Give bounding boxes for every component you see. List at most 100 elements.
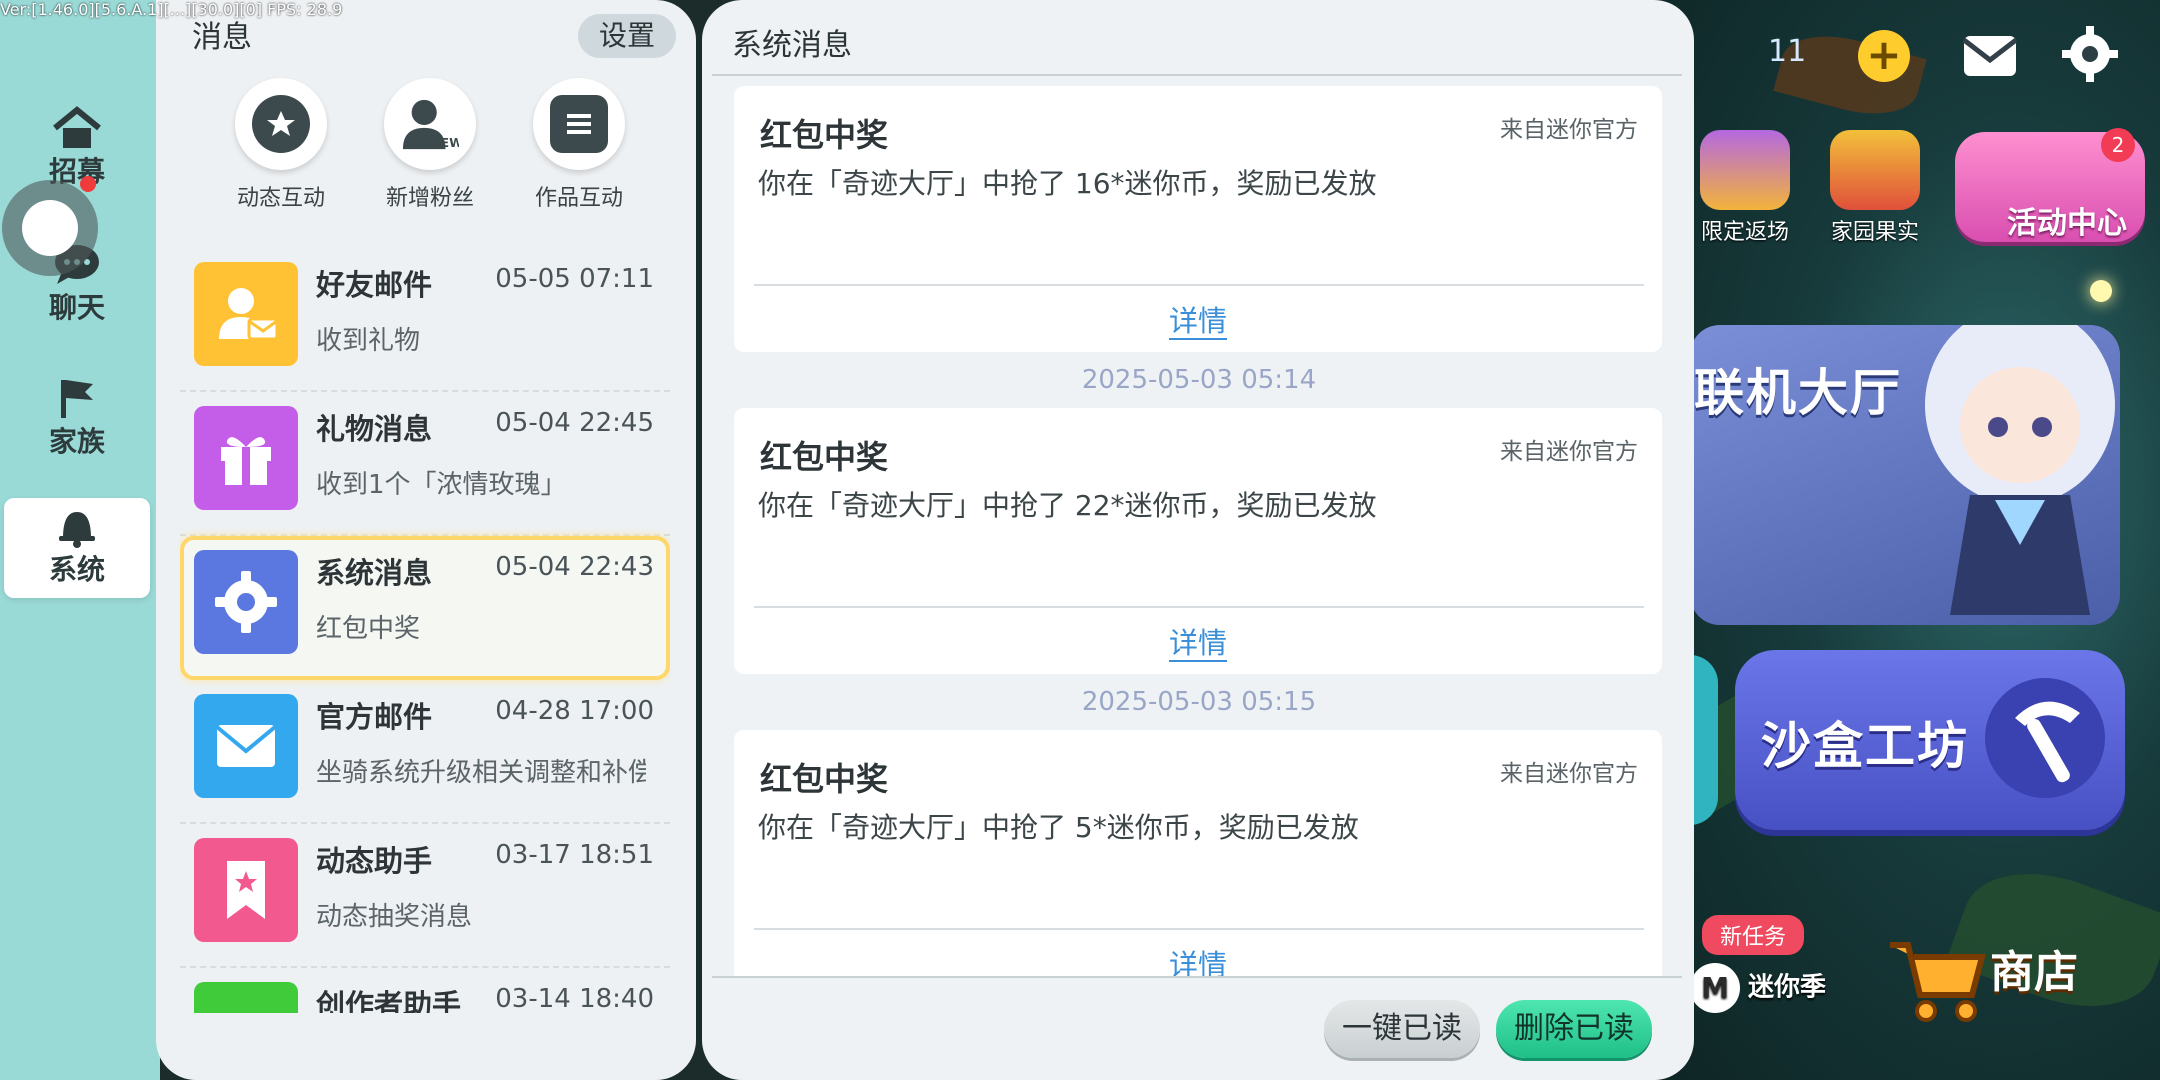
event-limited-return[interactable]: 限定返场	[1700, 130, 1790, 246]
list-icon	[550, 95, 608, 153]
card-source: 来自迷你官方	[1500, 761, 1638, 787]
mail-icon[interactable]	[1960, 26, 2020, 82]
divider	[712, 74, 1682, 76]
conversation-preview: 红包中奖	[316, 614, 421, 644]
card-source: 来自迷你官方	[1500, 117, 1638, 143]
conversation-item-active[interactable]: 系统消息 05-04 22:43 红包中奖	[180, 536, 670, 680]
pickaxe-icon	[1985, 678, 2105, 798]
conversation-name: 动态助手	[316, 844, 433, 878]
card-title: 红包中奖	[760, 438, 889, 476]
bookmark-star-icon	[194, 838, 298, 942]
conversation-name: 好友邮件	[316, 268, 433, 302]
conversation-time: 03-17 18:51	[495, 840, 654, 870]
new-fan-icon: NEW	[401, 95, 459, 153]
shop-button[interactable]: 商店	[1880, 925, 2078, 1025]
treasure-chest-icon	[1700, 130, 1790, 210]
settings-button[interactable]: 设置	[578, 14, 676, 58]
conversation-preview: 动态抽奖消息	[316, 902, 473, 932]
version-overlay: Ver:[1.46.0][5.6.A.1][...][30.0][0] FPS:…	[0, 0, 343, 19]
sandbox-title: 沙盒工坊	[1761, 717, 1969, 775]
card-body: 你在「奇迹大厅」中抢了 16*迷你币，奖励已发放	[758, 167, 1377, 200]
date-separator: 2025-05-03 05:15	[1081, 687, 1317, 717]
sandbox-workshop-card[interactable]: 沙盒工坊	[1735, 650, 2125, 830]
message-card: 红包中奖 来自迷你官方 你在「奇迹大厅」中抢了 22*迷你币，奖励已发放 详情	[734, 408, 1662, 674]
conversation-item[interactable]: 好友邮件 05-05 07:11 收到礼物	[180, 248, 670, 392]
unread-dot	[80, 176, 96, 192]
system-message-list[interactable]: 红包中奖 来自迷你官方 你在「奇迹大厅」中抢了 16*迷你币，奖励已发放 详情 …	[734, 86, 1664, 976]
nav-item-system[interactable]: 系统	[4, 498, 150, 598]
card-body: 你在「奇迹大厅」中抢了 5*迷你币，奖励已发放	[758, 811, 1359, 844]
character-illustration	[1925, 325, 2115, 615]
gear-icon	[194, 550, 298, 654]
card-title: 红包中奖	[760, 116, 889, 154]
card-source: 来自迷你官方	[1500, 439, 1638, 465]
nav-label: 家族	[48, 425, 105, 458]
nav-item-family[interactable]: 家族	[4, 370, 150, 470]
star-bubble-icon	[252, 95, 310, 153]
conversation-name: 系统消息	[316, 556, 433, 590]
friend-mail-icon	[194, 262, 298, 366]
conversation-preview: 收到礼物	[316, 326, 421, 356]
activity-center-label: 活动中心	[2007, 206, 2127, 241]
quick-action-label: 新增粉丝	[385, 186, 474, 211]
floating-assistive-ball[interactable]	[2, 180, 98, 276]
conversation-item[interactable]: 创作者助手 03-14 18:40	[180, 968, 670, 1013]
system-messages-panel: 系统消息 红包中奖 来自迷你官方 你在「奇迹大厅」中抢了 16*迷你币，奖励已发…	[702, 0, 1694, 1080]
conversation-list[interactable]: 好友邮件 05-05 07:11 收到礼物 礼物消息 05-04 22:45 收…	[180, 248, 670, 1013]
conversation-name: 礼物消息	[316, 412, 433, 446]
quick-action-label: 作品互动	[534, 186, 623, 211]
nav-label: 聊天	[48, 291, 105, 324]
conversation-time: 03-14 18:40	[495, 984, 654, 1013]
conversation-name: 创作者助手	[316, 988, 462, 1013]
date-separator: 2025-05-03 05:14	[1081, 365, 1317, 395]
event-label: 家园果实	[1830, 220, 1919, 245]
currency-count: 11	[1768, 34, 1807, 69]
conversation-item[interactable]: 动态助手 03-17 18:51 动态抽奖消息	[180, 824, 670, 968]
gift-icon	[194, 406, 298, 510]
event-label: 限定返场	[1700, 220, 1789, 245]
detail-link[interactable]: 详情	[1168, 948, 1227, 976]
season-logo-icon: M	[1690, 963, 1740, 1013]
event-home-fruit[interactable]: 家园果实	[1830, 130, 1920, 246]
new-task-badge[interactable]: 新任务	[1702, 915, 1805, 955]
quick-action-works-interaction[interactable]: 作品互动	[514, 78, 644, 212]
divider	[712, 976, 1682, 978]
sparkle-decoration	[2090, 280, 2112, 302]
top-bar: 11 +	[1690, 20, 2160, 90]
messages-panel: 消息 设置 动态互动 NEW 新增粉丝 作品互动 好友邮件 05-05 07:1…	[156, 0, 696, 1080]
divider	[754, 606, 1644, 608]
divider	[754, 928, 1644, 930]
bottom-strip: 新任务 M 迷你季 商店	[1690, 915, 2130, 1045]
mini-season-button[interactable]: M 迷你季	[1690, 963, 1826, 1013]
notification-badge: 2	[2101, 128, 2135, 162]
mark-all-read-button[interactable]: 一键已读	[1324, 1000, 1480, 1058]
conversation-item[interactable]: 礼物消息 05-04 22:45 收到1个「浓情玫瑰」	[180, 392, 670, 536]
conversation-item[interactable]: 官方邮件 04-28 17:00 坐骑系统升级相关调整和补偿	[180, 680, 670, 824]
svg-text:NEW: NEW	[430, 135, 459, 150]
lobby-title: 联机大厅	[1694, 364, 1902, 422]
envelope-icon	[194, 694, 298, 798]
detail-link[interactable]: 详情	[1168, 304, 1227, 340]
conversation-name: 官方邮件	[316, 700, 433, 734]
divider	[754, 284, 1644, 286]
left-nav: 招募 聊天 家族 系统	[0, 0, 160, 1080]
bell-icon	[59, 512, 95, 548]
house-icon	[53, 106, 101, 148]
nav-label: 系统	[48, 553, 105, 586]
conversation-time: 04-28 17:00	[495, 696, 654, 726]
quick-action-dynamic-interaction[interactable]: 动态互动	[216, 78, 346, 212]
card-title: 红包中奖	[760, 760, 889, 798]
creator-icon	[194, 982, 298, 1013]
online-lobby-card[interactable]: 联机大厅	[1690, 325, 2120, 625]
shop-label: 商店	[1990, 947, 2078, 998]
conversation-time: 05-04 22:43	[495, 552, 654, 582]
activity-center-button[interactable]: 活动中心 2	[1955, 128, 2145, 242]
delete-read-button[interactable]: 删除已读	[1496, 1000, 1652, 1058]
detail-link[interactable]: 详情	[1168, 626, 1227, 662]
add-currency-button[interactable]: +	[1858, 30, 1910, 82]
conversation-preview: 坐骑系统升级相关调整和补偿	[316, 758, 646, 788]
settings-gear-icon[interactable]	[2060, 24, 2120, 84]
message-card: 红包中奖 来自迷你官方 你在「奇迹大厅」中抢了 16*迷你币，奖励已发放 详情	[734, 86, 1662, 352]
quick-action-new-fans[interactable]: NEW 新增粉丝	[365, 78, 495, 212]
fruit-basket-icon	[1830, 130, 1920, 210]
